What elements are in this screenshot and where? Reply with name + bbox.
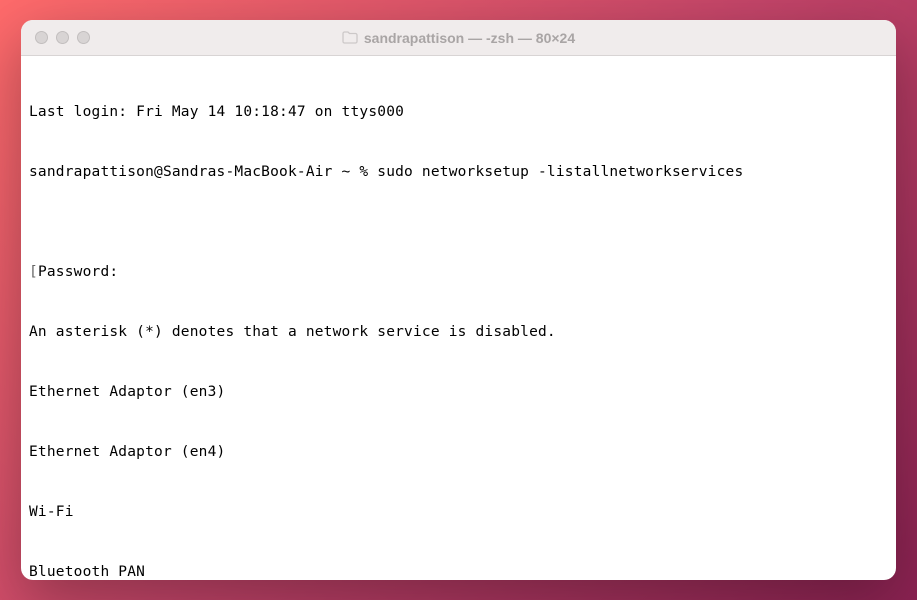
password-text: Password: xyxy=(38,264,118,280)
close-button[interactable] xyxy=(35,31,48,44)
terminal-line-eth4: Ethernet Adaptor (en4) xyxy=(29,442,888,462)
terminal-line-last-login: Last login: Fri May 14 10:18:47 on ttys0… xyxy=(29,102,888,122)
terminal-window: sandrapattison — -zsh — 80×24 Last login… xyxy=(21,20,896,580)
terminal-line-prompt1: sandrapattison@Sandras-MacBook-Air ~ % s… xyxy=(29,162,888,182)
terminal-line-wifi: Wi-Fi xyxy=(29,502,888,522)
terminal-line-bluetooth: Bluetooth PAN xyxy=(29,562,888,580)
terminal-line-password: [Password: xyxy=(29,262,888,282)
terminal-body[interactable]: Last login: Fri May 14 10:18:47 on ttys0… xyxy=(21,56,896,580)
maximize-button[interactable] xyxy=(77,31,90,44)
window-title-container: sandrapattison — -zsh — 80×24 xyxy=(342,30,575,46)
terminal-line-eth3: Ethernet Adaptor (en3) xyxy=(29,382,888,402)
minimize-button[interactable] xyxy=(56,31,69,44)
folder-icon xyxy=(342,31,358,44)
window-title: sandrapattison — -zsh — 80×24 xyxy=(364,30,575,46)
open-bracket: [ xyxy=(29,264,38,280)
titlebar[interactable]: sandrapattison — -zsh — 80×24 xyxy=(21,20,896,56)
terminal-line-asterisk: An asterisk (*) denotes that a network s… xyxy=(29,322,888,342)
traffic-lights xyxy=(21,31,90,44)
